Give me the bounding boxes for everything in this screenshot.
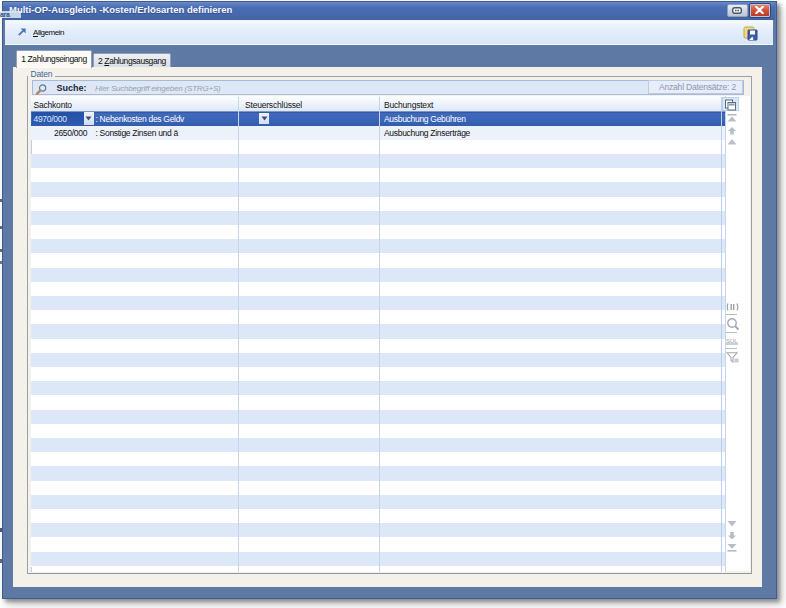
svg-text:SUL: SUL xyxy=(726,337,738,343)
